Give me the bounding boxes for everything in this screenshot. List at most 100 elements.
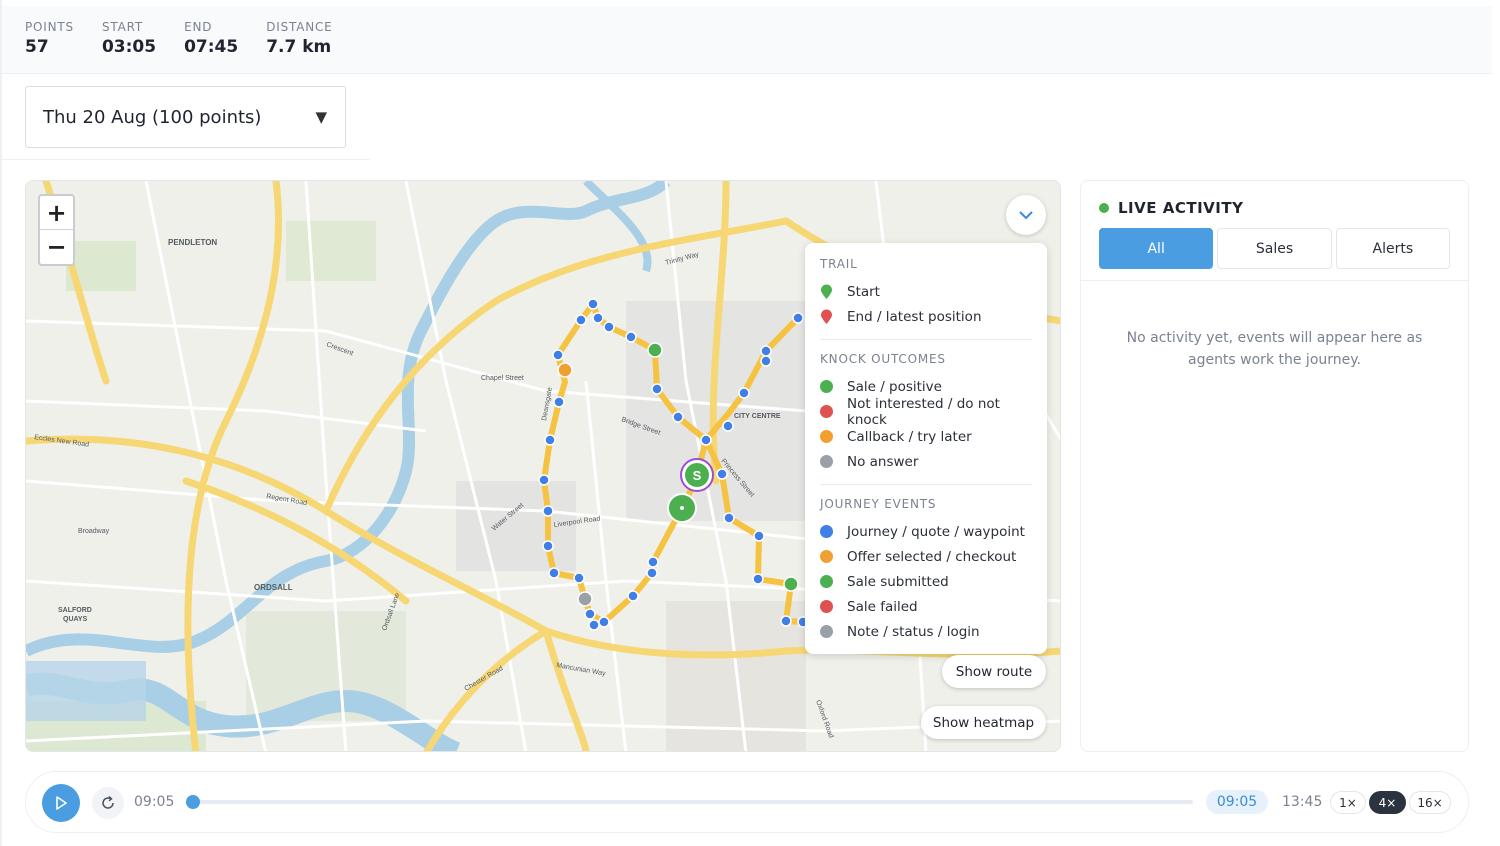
section-divider [2,159,370,160]
date-select[interactable]: Thu 20 Aug (100 points) ▼ [25,86,346,148]
legend-dot-green-icon [820,380,833,393]
sale-marker[interactable] [647,342,663,358]
legend-journey-title: JOURNEY EVENTS [820,497,937,511]
legend-dot-grey-icon [820,625,833,638]
playback-start-time: 09:05 [134,794,175,810]
caret-down-icon: ▼ [315,108,327,126]
speed-16x-button[interactable]: 16× [1409,791,1451,814]
tab-all[interactable]: All [1099,228,1214,269]
activity-divider [1081,280,1468,281]
show-heatmap-button[interactable]: Show heatmap [921,706,1046,739]
sale-marker[interactable] [783,576,799,592]
zoom-in-button[interactable]: + [40,196,73,230]
speed-4x-button[interactable]: 4× [1369,791,1406,814]
legend-note-label: Note / status / login [847,623,980,640]
legend-dot-grey-icon [820,455,833,468]
waypoint-marker[interactable] [625,331,637,343]
current-position-center [680,506,684,510]
waypoint-marker[interactable] [538,474,550,486]
legend-item-offer: Offer selected / checkout [820,544,1032,569]
legend-toggle-button[interactable] [1006,195,1046,235]
playback-scrubber-handle[interactable] [186,795,200,809]
waypoint-marker[interactable] [627,590,639,602]
legend-item-no-answer: No answer [820,449,1032,474]
legend-start-label: Start [847,283,880,300]
waypoint-marker[interactable] [792,312,804,324]
map-label-chapel-street: Chapel Street [481,375,524,382]
stat-points-label: POINTS [25,20,74,34]
waypoint-marker[interactable] [588,619,600,631]
legend-divider [820,484,1032,485]
zoom-out-button[interactable]: − [40,230,73,264]
waypoint-marker[interactable] [587,298,599,310]
stat-distance-label: DISTANCE [266,20,333,34]
speed-1x-button[interactable]: 1× [1330,791,1366,814]
waypoint-marker[interactable] [760,355,772,367]
legend-item-not-interested: Not interested / do not knock [820,396,1032,428]
waypoint-marker[interactable] [598,616,610,628]
playback-track[interactable] [191,800,1193,804]
waypoint-marker[interactable] [573,572,585,584]
waypoint-marker[interactable] [603,321,615,333]
live-activity-title: LIVE ACTIVITY [1118,199,1244,217]
waypoint-marker[interactable] [651,383,663,395]
waypoint-marker[interactable] [752,573,764,585]
legend-offer-label: Offer selected / checkout [847,548,1017,565]
playback-end-time: 13:45 [1282,794,1323,810]
waypoint-marker[interactable] [760,345,772,357]
legend-not-interested-label: Not interested / do not knock [847,395,1000,428]
map-legend: TRAIL Start End / latest position KNOCK … [805,243,1047,654]
show-route-button[interactable]: Show route [942,655,1046,688]
legend-sale-label: Sale / positive [847,378,942,395]
tab-alerts[interactable]: Alerts [1335,228,1450,269]
waypoint-marker[interactable] [753,530,765,542]
waypoint-marker[interactable] [542,540,554,552]
stat-points: POINTS 57 [25,20,74,73]
map-view[interactable]: PENDLETON ORDSALL SALFORD QUAYS CITY CEN… [25,180,1061,752]
stat-start-value: 03:05 [101,37,157,57]
waypoint-marker[interactable] [553,396,565,408]
waypoint-marker[interactable] [780,615,792,627]
waypoint-marker[interactable] [672,411,684,423]
callback-marker[interactable] [557,362,573,378]
activity-empty-message: No activity yet, events will appear here… [1126,330,1423,368]
waypoint-marker[interactable] [544,434,556,446]
activity-tabs: All Sales Alerts [1099,228,1450,269]
waypoint-marker[interactable] [548,567,560,579]
legend-no-answer-label: No answer [847,453,919,470]
legend-dot-green-icon [820,575,833,588]
map-label-salford: SALFORD [58,607,92,614]
waypoint-marker[interactable] [722,420,734,432]
date-select-value: Thu 20 Aug (100 points) [43,106,262,128]
live-activity-panel: LIVE ACTIVITY All Sales Alerts No activi… [1080,180,1469,752]
legend-dot-red-icon [820,405,833,418]
legend-item-callback: Callback / try later [820,424,1032,449]
waypoint-marker[interactable] [738,387,750,399]
journey-page: POINTS 57 START 03:05 END 07:45 DISTANCE… [0,0,1500,846]
waypoint-marker[interactable] [646,567,658,579]
play-button[interactable] [42,784,80,822]
waypoint-marker[interactable] [584,608,596,620]
stat-start: START 03:05 [102,20,156,73]
waypoint-marker[interactable] [552,349,564,361]
waypoint-marker[interactable] [575,314,587,326]
legend-end-label: End / latest position [847,308,982,325]
replay-button[interactable] [92,787,124,819]
map-label-pendleton: PENDLETON [168,238,217,247]
waypoint-marker[interactable] [647,556,659,568]
waypoint-marker[interactable] [700,434,712,446]
no-answer-marker[interactable] [577,591,593,607]
refresh-icon [102,795,114,809]
playback-current-time: 09:05 [1206,790,1268,814]
waypoint-marker[interactable] [592,312,604,324]
waypoint-marker[interactable] [723,512,735,524]
stat-points-value: 57 [25,37,49,57]
legend-dot-orange-icon [820,430,833,443]
tab-sales[interactable]: Sales [1217,228,1332,269]
map-label-broadway: Broadway [78,528,110,535]
live-activity-header: LIVE ACTIVITY [1099,199,1243,217]
waypoint-marker[interactable] [542,505,554,517]
map-pin-red-icon [821,309,832,324]
waypoint-marker[interactable] [716,468,728,480]
live-status-dot-icon [1099,203,1109,213]
